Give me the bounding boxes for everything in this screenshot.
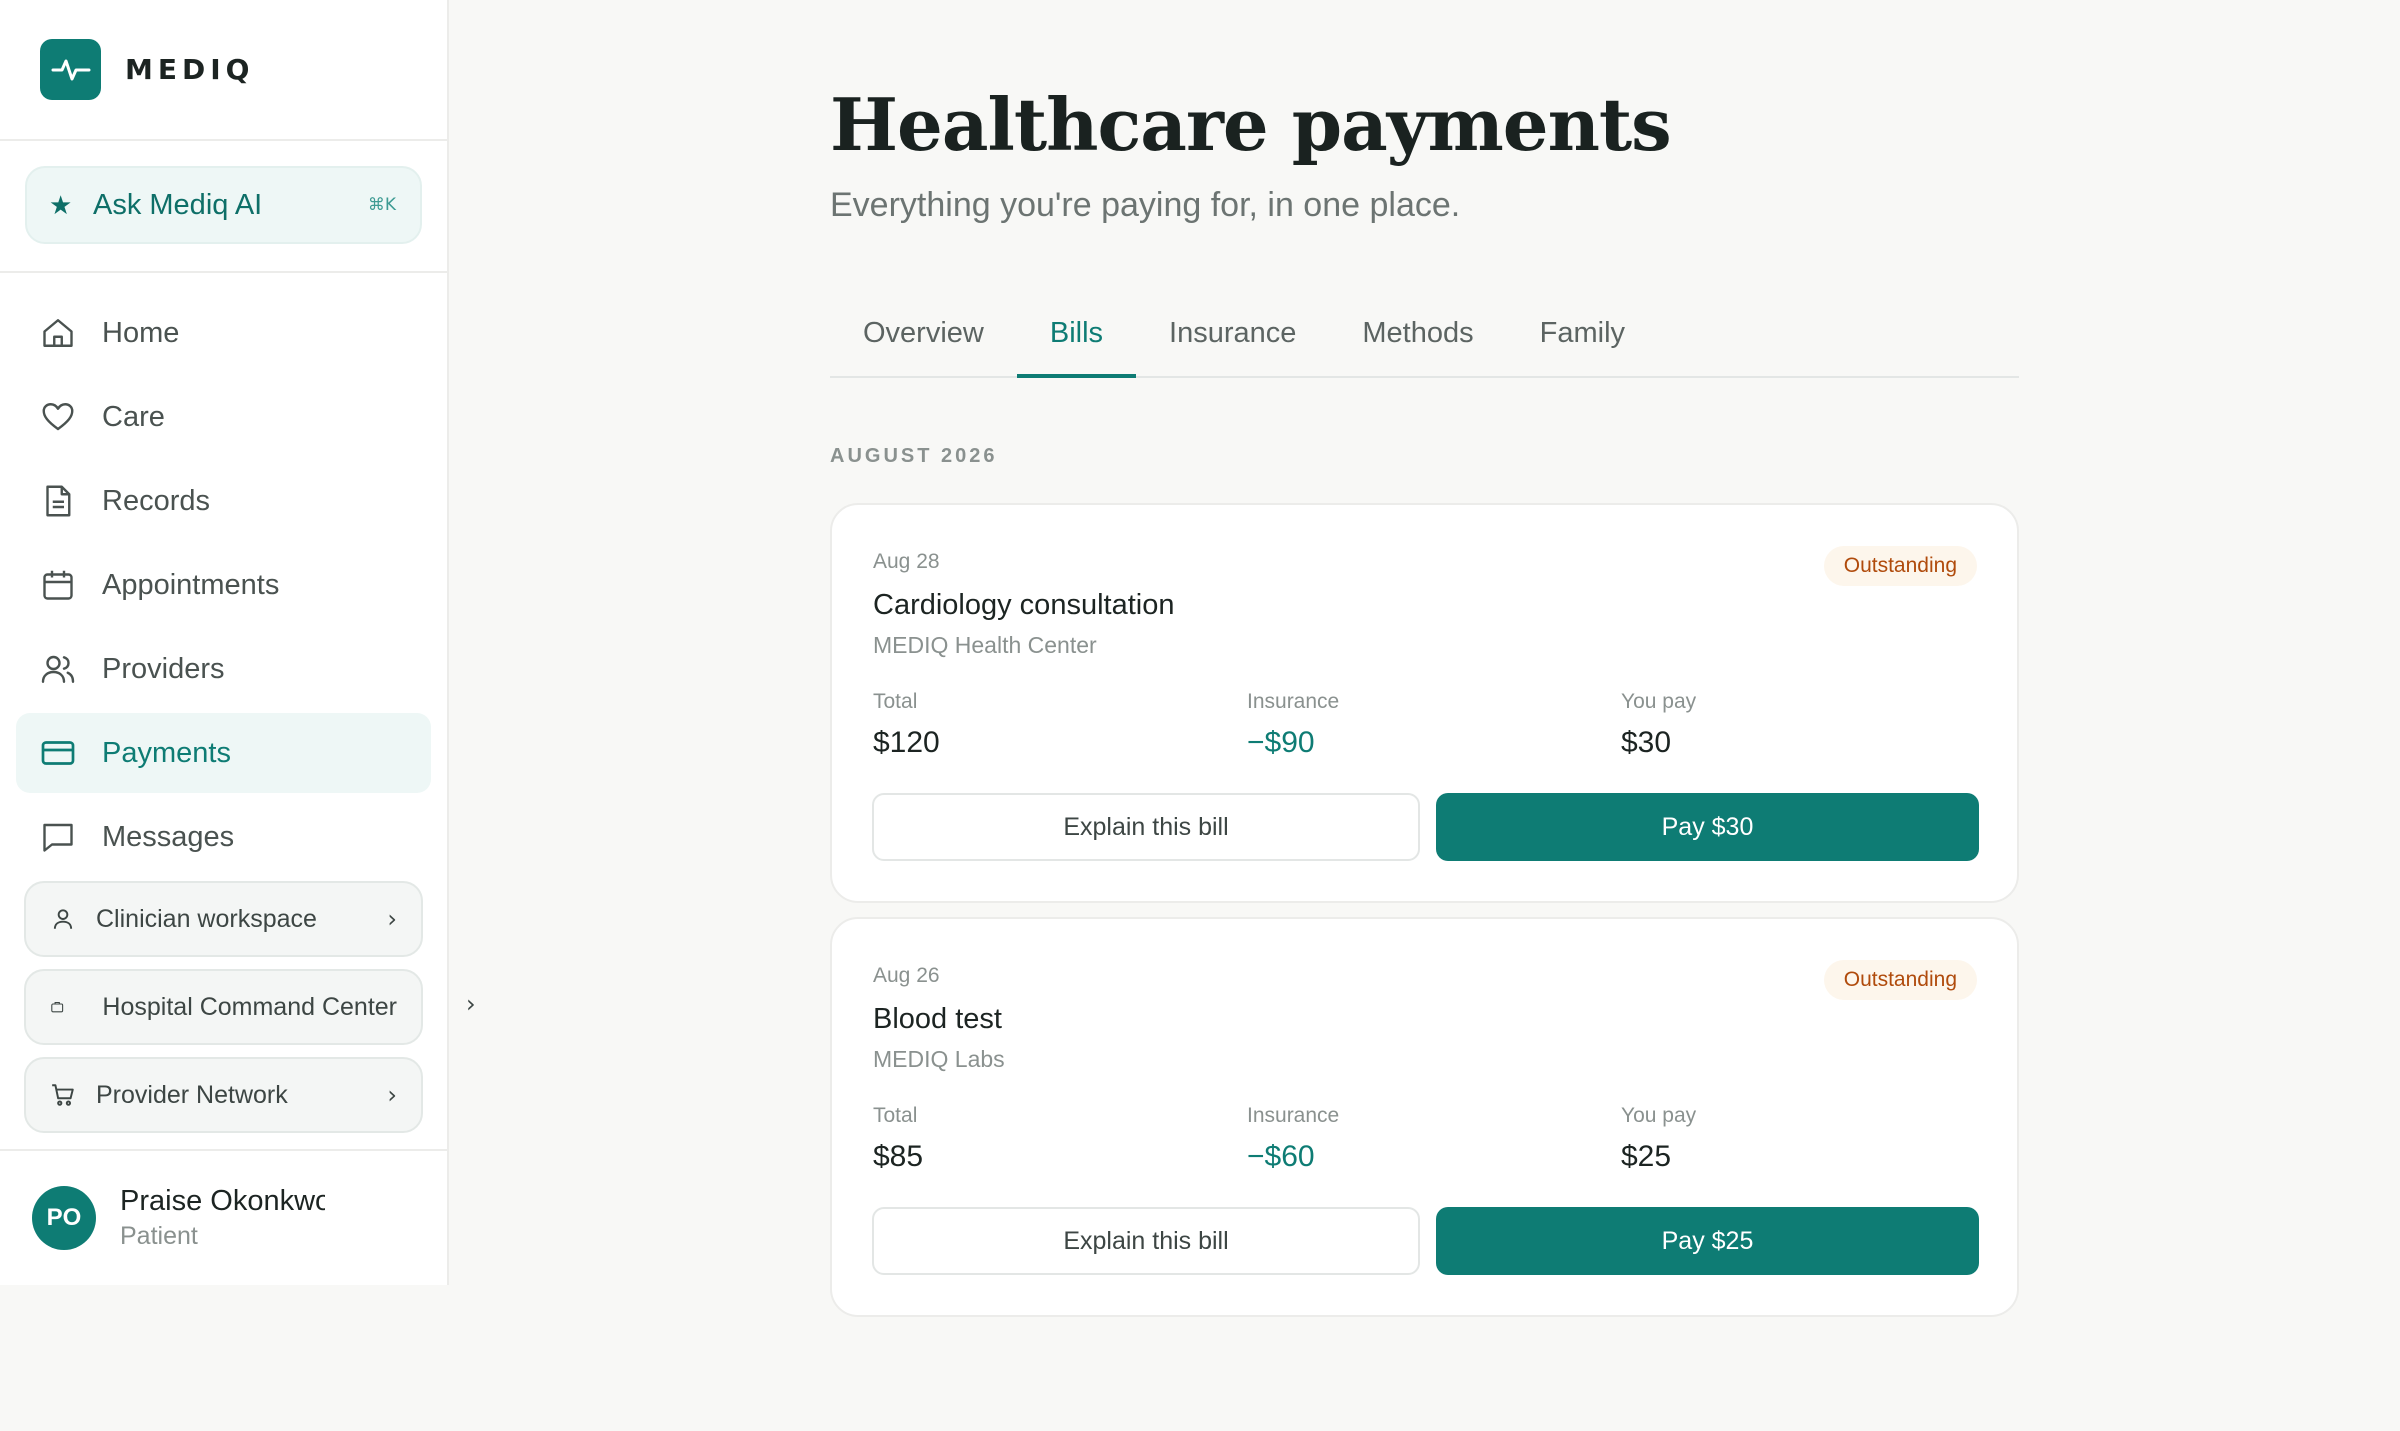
insurance-label: Insurance [1247, 690, 1340, 713]
sidebar-item-providers[interactable]: Providers [16, 629, 431, 709]
tab-family[interactable]: Family [1507, 300, 1658, 378]
page-title: Healthcare payments [830, 82, 1672, 167]
workspace-label: Provider Network [96, 1080, 288, 1109]
you-pay-value: $25 [1621, 1140, 1672, 1173]
user-profile[interactable]: PO Praise Okonkwo Patient [0, 1149, 447, 1285]
sidebar-item-label: Records [102, 484, 210, 517]
workspace-clinician[interactable]: Clinician workspace › [24, 881, 423, 957]
keyboard-shortcut: ⌘K [367, 195, 396, 215]
total-value: $85 [873, 1140, 924, 1173]
sidebar-item-label: Care [102, 400, 165, 433]
document-icon [46, 485, 71, 517]
status-badge: Outstanding [1823, 960, 1977, 1000]
total-value: $120 [873, 726, 940, 759]
you-pay-value: $30 [1621, 726, 1672, 759]
bill-title: Cardiology consultation [873, 589, 1175, 621]
you-pay-column: You pay $25 [1621, 1104, 1696, 1174]
bill-date: Aug 26 [873, 964, 940, 987]
avatar: PO [32, 1186, 96, 1250]
workspace-hospital-command-center[interactable]: Hospital Command Center [24, 969, 423, 1045]
sidebar-item-appointments[interactable]: Appointments [16, 545, 431, 625]
sidebar-item-label: Messages [102, 820, 235, 853]
sidebar-item-payments[interactable]: Payments [16, 713, 431, 793]
total-label: Total [873, 1104, 918, 1127]
workspace-label: Hospital Command Center [102, 992, 397, 1021]
cart-icon [52, 1084, 74, 1106]
tab-insurance[interactable]: Insurance [1136, 300, 1329, 378]
user-name: Praise Okonkwo [120, 1185, 325, 1217]
bill-date: Aug 28 [873, 550, 940, 573]
bill-card: Aug 26 Blood test MEDIQ Labs Outstanding… [830, 917, 2019, 1317]
person-icon [53, 909, 73, 929]
sidebar-item-care[interactable]: Care [16, 377, 431, 457]
message-icon [43, 823, 73, 852]
tab-bills[interactable]: Bills [1016, 300, 1137, 378]
you-pay-column: You pay $30 [1621, 690, 1696, 760]
sidebar-item-messages[interactable]: Messages [16, 797, 431, 877]
workspace-label: Clinician workspace [96, 904, 317, 933]
insurance-value: −$90 [1247, 726, 1315, 759]
status-badge: Outstanding [1823, 546, 1977, 586]
bill-title: Blood test [873, 1003, 1002, 1035]
chevron-right-icon: › [387, 1081, 397, 1109]
bill-provider: MEDIQ Health Center [873, 632, 1097, 658]
insurance-column: Insurance −$60 [1247, 1104, 1339, 1174]
workspace-provider-network[interactable]: Provider Network › [24, 1057, 423, 1133]
ask-ai-button[interactable]: ★ Ask Mediq AI ⌘K [25, 166, 422, 244]
explain-bill-button[interactable]: Explain this bill [872, 1207, 1420, 1275]
pay-button[interactable]: Pay $25 [1436, 1207, 1979, 1275]
sidebar-item-label: Appointments [102, 568, 280, 601]
total-column: Total $85 [873, 1104, 923, 1174]
brand: MEDIQ [0, 0, 447, 141]
ask-ai-label: Ask Mediq AI [93, 188, 263, 221]
sidebar-item-home[interactable]: Home [16, 293, 431, 373]
you-pay-label: You pay [1621, 690, 1697, 713]
chevron-right-icon: › [387, 905, 397, 933]
tab-overview[interactable]: Overview [830, 300, 1017, 378]
sidebar-item-records[interactable]: Records [16, 461, 431, 541]
bill-provider: MEDIQ Labs [873, 1046, 1005, 1072]
user-role: Patient [120, 1222, 198, 1250]
home-icon [43, 319, 73, 347]
calendar-icon [43, 570, 73, 600]
sidebar-item-label: Home [102, 316, 180, 349]
briefcase-icon [51, 1001, 64, 1013]
heart-icon [42, 403, 74, 431]
total-column: Total $120 [873, 690, 940, 760]
main-content: Healthcare payments Everything you're pa… [449, 0, 2400, 1317]
total-label: Total [873, 690, 918, 713]
star-icon: ★ [49, 189, 73, 220]
explain-bill-button[interactable]: Explain this bill [872, 793, 1420, 861]
credit-card-icon [41, 741, 75, 765]
sidebar-nav: Home Care Records Appointments Providers… [0, 293, 447, 877]
page-subtitle: Everything you're paying for, in one pla… [830, 186, 1461, 224]
insurance-label: Insurance [1247, 1104, 1340, 1127]
pulse-icon[interactable] [40, 39, 101, 100]
bill-card: Aug 28 Cardiology consultation MEDIQ Hea… [830, 503, 2019, 903]
insurance-value: −$60 [1247, 1140, 1315, 1173]
insurance-column: Insurance −$90 [1247, 690, 1339, 760]
brand-name: MEDIQ [125, 53, 255, 86]
you-pay-label: You pay [1621, 1104, 1697, 1127]
app-window: MEDIQ ★ Ask Mediq AI ⌘K Home Care Record… [0, 0, 2400, 1317]
pay-button[interactable]: Pay $30 [1436, 793, 1979, 861]
month-heading: AUGUST 2026 [830, 445, 998, 467]
sidebar-item-label: Payments [102, 736, 231, 769]
tab-bar: Overview Bills Insurance Methods Family [830, 300, 2019, 378]
sidebar: MEDIQ ★ Ask Mediq AI ⌘K Home Care Record… [0, 0, 449, 1285]
users-icon [41, 655, 75, 683]
sidebar-item-label: Providers [102, 652, 225, 685]
tab-methods[interactable]: Methods [1329, 300, 1506, 378]
